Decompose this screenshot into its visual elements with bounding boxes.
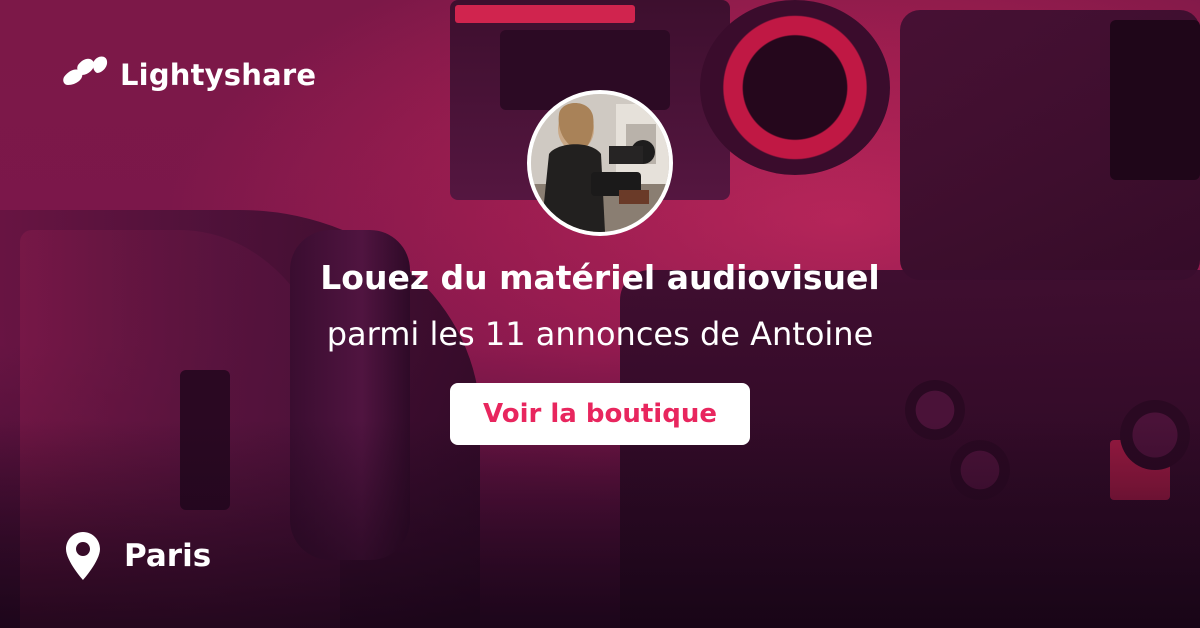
bottom-gradient	[0, 420, 1200, 628]
hero-headline: Louez du matériel audiovisuel	[320, 258, 880, 297]
map-pin-icon	[66, 532, 100, 580]
brand-name: Lightyshare	[120, 58, 317, 92]
lightyshare-logo-icon	[63, 56, 108, 85]
brand-logo[interactable]: Lightyshare	[62, 55, 316, 95]
camera-red-strip	[455, 5, 635, 23]
location-city: Paris	[124, 538, 212, 574]
voir-boutique-button[interactable]: Voir la boutique	[450, 383, 750, 445]
hero-subline: parmi les 11 annonces de Antoine	[326, 315, 874, 353]
location: Paris	[66, 532, 211, 580]
profile-photo	[531, 94, 669, 232]
monitor-shape	[1110, 20, 1200, 180]
avatar[interactable]	[527, 90, 673, 236]
lens-ring-shape	[700, 0, 890, 175]
